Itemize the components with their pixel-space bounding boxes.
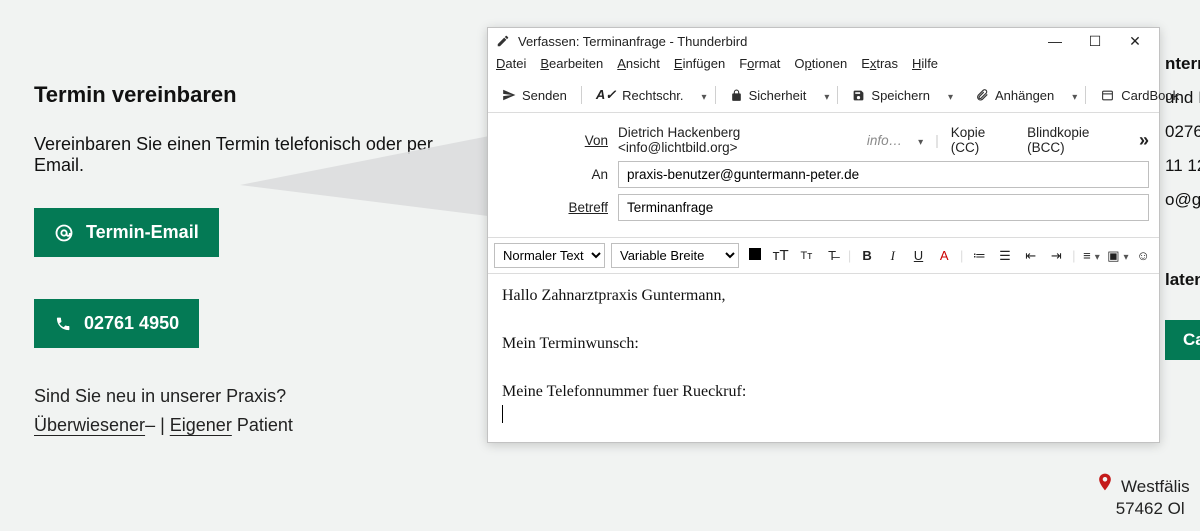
contacts-icon xyxy=(1100,89,1115,102)
save-icon xyxy=(852,89,865,102)
link-referred[interactable]: Überwiesener xyxy=(34,415,145,435)
email-button[interactable]: Termin-Email xyxy=(34,208,219,257)
send-icon xyxy=(502,88,516,102)
align-button[interactable]: ≡ xyxy=(1082,248,1102,263)
compose-headers: Von Dietrich Hackenberg <info@lichtbild.… xyxy=(488,113,1159,238)
address-block: Westfälis X57462 Ol xyxy=(1095,470,1190,520)
bold-button[interactable]: B xyxy=(857,248,877,263)
security-button[interactable]: Sicherheit xyxy=(724,85,813,106)
at-icon xyxy=(54,223,74,243)
pencil-icon xyxy=(496,34,510,48)
security-dropdown[interactable] xyxy=(820,88,829,103)
format-toolbar: Normaler Text Variable Breite ᴛT Tᴛ T̶ |… xyxy=(488,238,1159,274)
menu-einfuegen[interactable]: Einfügen xyxy=(674,56,725,71)
send-label: Senden xyxy=(522,88,567,103)
bcc-button[interactable]: Blindkopie (BCC) xyxy=(1027,125,1127,155)
more-headers[interactable]: » xyxy=(1139,130,1149,151)
menu-optionen[interactable]: Optionen xyxy=(794,56,847,71)
cardbook-label: CardBook xyxy=(1121,88,1179,103)
to-label: An xyxy=(498,167,608,182)
card-button[interactable]: Card xyxy=(1165,320,1200,360)
cutoff-text: 11 129 xyxy=(1165,156,1200,176)
from-hint: info… xyxy=(867,133,902,148)
send-button[interactable]: Senden xyxy=(496,85,573,106)
phone-button[interactable]: 02761 4950 xyxy=(34,299,199,348)
text-color-button[interactable] xyxy=(745,248,765,263)
menu-extras[interactable]: Extras xyxy=(861,56,898,71)
from-dropdown[interactable] xyxy=(914,133,923,148)
body-line: Hallo Zahnarztpraxis Guntermann, xyxy=(502,284,1145,308)
spellcheck-icon: A✓ xyxy=(596,87,616,103)
page-sub: Vereinbaren Sie einen Termin telefonisch… xyxy=(34,134,474,176)
font-size-dec-icon[interactable]: Tᴛ xyxy=(797,250,817,262)
cutoff-text: ntern xyxy=(1165,54,1200,74)
from-label: Von xyxy=(498,133,608,148)
save-label: Speichern xyxy=(871,88,930,103)
save-button[interactable]: Speichern xyxy=(846,85,936,106)
insert-image-button[interactable]: ▣ xyxy=(1107,248,1127,264)
spellcheck-button[interactable]: A✓ Rechtschr. xyxy=(590,84,690,106)
email-button-label: Termin-Email xyxy=(86,222,199,243)
minimize-button[interactable]: — xyxy=(1039,33,1071,49)
address-line: 57462 Ol xyxy=(1116,499,1185,518)
menu-hilfe[interactable]: Hilfe xyxy=(912,56,938,71)
subject-field[interactable] xyxy=(618,194,1149,221)
menu-format[interactable]: Format xyxy=(739,56,780,71)
phone-icon xyxy=(54,315,72,333)
compose-body[interactable]: Hallo Zahnarztpraxis Guntermann, Mein Te… xyxy=(488,274,1159,442)
underline-button[interactable]: U xyxy=(909,248,929,263)
question-text: Sind Sie neu in unserer Praxis? xyxy=(34,386,474,407)
lock-icon xyxy=(730,89,743,102)
close-button[interactable]: ✕ xyxy=(1119,33,1151,50)
cutoff-text: o@gu xyxy=(1165,190,1200,210)
left-panel: Termin vereinbaren Vereinbaren Sie einen… xyxy=(34,82,474,436)
menu-bearbeiten[interactable]: Bearbeiten xyxy=(540,56,603,71)
to-field[interactable] xyxy=(618,161,1149,188)
cardbook-button[interactable]: CardBook xyxy=(1094,85,1185,106)
paperclip-icon xyxy=(975,88,989,102)
page-heading: Termin vereinbaren xyxy=(34,82,474,108)
paragraph-style-select[interactable]: Normaler Text xyxy=(494,243,605,268)
map-pin-icon xyxy=(1095,470,1115,498)
font-family-select[interactable]: Variable Breite xyxy=(611,243,739,268)
subject-label: Betreff xyxy=(498,200,608,215)
attach-button[interactable]: Anhängen xyxy=(969,85,1060,106)
cc-button[interactable]: Kopie (CC) xyxy=(951,125,1015,155)
spellcheck-dropdown[interactable] xyxy=(698,88,707,103)
address-line: Westfälis xyxy=(1121,477,1190,496)
window-title: Verfassen: Terminanfrage - Thunderbird xyxy=(518,34,1031,49)
italic-button[interactable]: I xyxy=(883,248,903,264)
security-label: Sicherheit xyxy=(749,88,807,103)
body-line: Meine Telefonnummer fuer Rueckruf: xyxy=(502,380,1145,404)
titlebar: Verfassen: Terminanfrage - Thunderbird —… xyxy=(488,28,1159,54)
link-own[interactable]: Eigener xyxy=(170,415,232,435)
bullet-list-button[interactable]: ≔ xyxy=(969,248,989,264)
attach-label: Anhängen xyxy=(995,88,1054,103)
indent-button[interactable]: ⇥ xyxy=(1046,248,1066,264)
cutoff-text: 02761 xyxy=(1165,122,1200,142)
emoji-button[interactable]: ☺ xyxy=(1133,248,1153,263)
menu-ansicht[interactable]: Ansicht xyxy=(617,56,660,71)
menu-bar: Datei Bearbeiten Ansicht Einfügen Format… xyxy=(488,54,1159,78)
body-line: Mein Terminwunsch: xyxy=(502,332,1145,356)
compose-window: Verfassen: Terminanfrage - Thunderbird —… xyxy=(487,27,1160,443)
maximize-button[interactable]: ☐ xyxy=(1079,33,1111,50)
outdent-button[interactable]: ⇤ xyxy=(1021,248,1041,264)
question-links: Überwiesener– | Eigener Patient xyxy=(34,415,474,436)
text-cursor xyxy=(502,404,1145,428)
menu-datei[interactable]: Datei xyxy=(496,56,526,71)
clear-format-icon[interactable]: T̶ xyxy=(822,248,842,263)
number-list-button[interactable]: ☰ xyxy=(995,248,1015,264)
cutoff-text: laten xyxy=(1165,270,1200,290)
toolbar: Senden A✓ Rechtschr. Sicherheit Speicher… xyxy=(488,78,1159,113)
phone-button-label: 02761 4950 xyxy=(84,313,179,334)
font-size-inc-icon[interactable]: ᴛT xyxy=(771,247,791,264)
from-value[interactable]: Dietrich Hackenberg <info@lichtbild.org> xyxy=(618,125,855,155)
attach-dropdown[interactable] xyxy=(1068,88,1077,103)
font-color-button[interactable]: A xyxy=(934,248,954,263)
spellcheck-label: Rechtschr. xyxy=(622,88,683,103)
save-dropdown[interactable] xyxy=(944,88,953,103)
